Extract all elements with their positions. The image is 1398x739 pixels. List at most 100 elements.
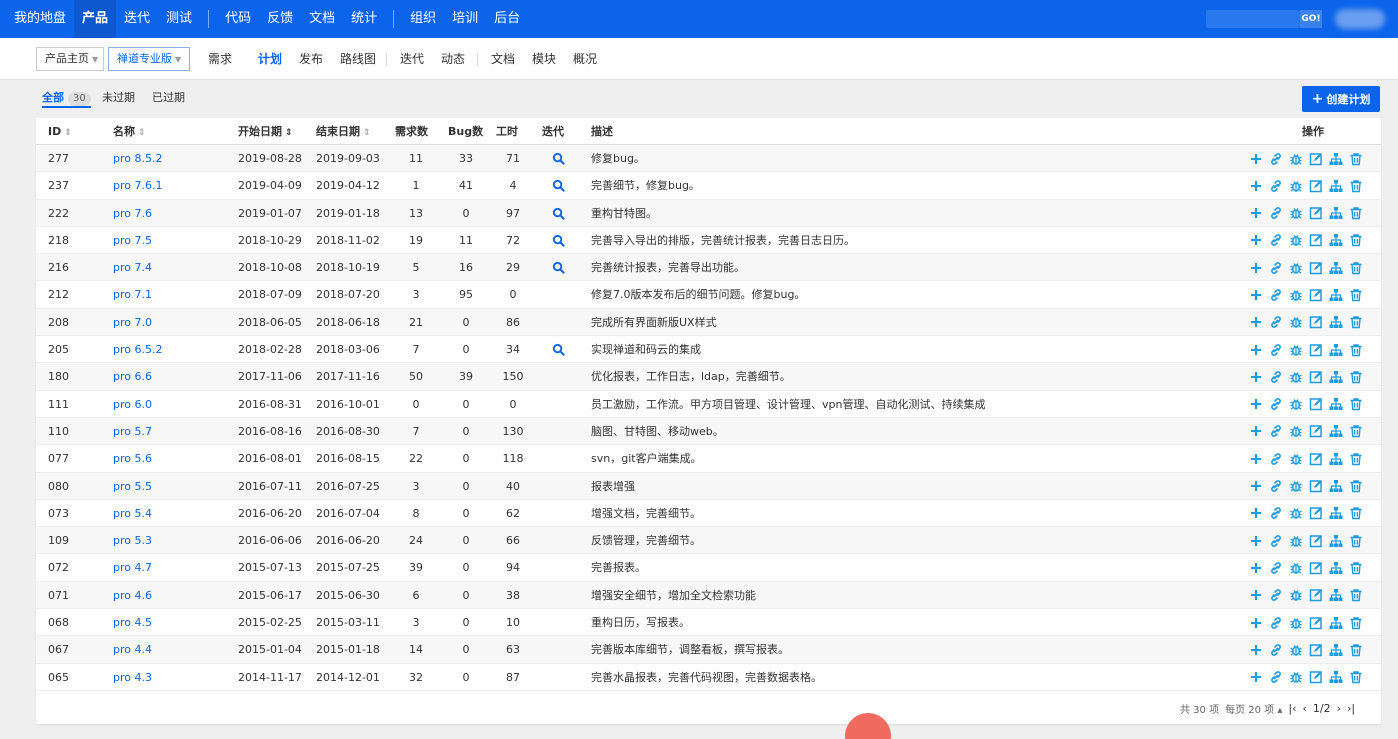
link-story-icon[interactable] (1268, 478, 1284, 494)
link-bug-icon[interactable] (1288, 478, 1304, 494)
tab-activity[interactable]: 动态 (441, 38, 465, 80)
nav-org[interactable]: 组织 (402, 0, 444, 38)
plan-name-link[interactable]: pro 4.5 (113, 609, 152, 636)
col-end-date[interactable]: 结束日期 ⇕ (316, 118, 371, 145)
create-child-plan-icon[interactable] (1248, 642, 1264, 658)
pager-per-page[interactable]: 每页 20 项 ▴ (1225, 701, 1282, 716)
nav-admin[interactable]: 后台 (486, 0, 528, 38)
search-icon[interactable] (552, 254, 568, 281)
create-child-plan-icon[interactable] (1248, 505, 1264, 521)
create-child-plan-icon[interactable] (1248, 342, 1264, 358)
plan-name-link[interactable]: pro 4.7 (113, 554, 152, 581)
edit-icon[interactable] (1308, 178, 1324, 194)
link-story-icon[interactable] (1268, 260, 1284, 276)
plan-name-link[interactable]: pro 7.6.1 (113, 172, 162, 199)
link-story-icon[interactable] (1268, 615, 1284, 631)
col-id[interactable]: ID ⇕ (48, 118, 72, 145)
edit-icon[interactable] (1308, 205, 1324, 221)
nav-iteration[interactable]: 迭代 (116, 0, 158, 38)
create-iteration-icon[interactable] (1328, 205, 1344, 221)
create-iteration-icon[interactable] (1328, 669, 1344, 685)
delete-icon[interactable] (1348, 232, 1364, 248)
create-iteration-icon[interactable] (1328, 615, 1344, 631)
filter-all[interactable]: 全部 30 (42, 88, 91, 108)
delete-icon[interactable] (1348, 369, 1364, 385)
create-child-plan-icon[interactable] (1248, 314, 1264, 330)
create-child-plan-icon[interactable] (1248, 615, 1264, 631)
link-story-icon[interactable] (1268, 533, 1284, 549)
delete-icon[interactable] (1348, 342, 1364, 358)
delete-icon[interactable] (1348, 669, 1364, 685)
delete-icon[interactable] (1348, 260, 1364, 276)
link-bug-icon[interactable] (1288, 232, 1304, 248)
link-bug-icon[interactable] (1288, 451, 1304, 467)
link-story-icon[interactable] (1268, 587, 1284, 603)
plan-name-link[interactable]: pro 7.5 (113, 227, 152, 254)
plan-name-link[interactable]: pro 5.7 (113, 418, 152, 445)
delete-icon[interactable] (1348, 314, 1364, 330)
create-iteration-icon[interactable] (1328, 423, 1344, 439)
link-bug-icon[interactable] (1288, 533, 1304, 549)
edit-icon[interactable] (1308, 287, 1324, 303)
search-icon[interactable] (552, 172, 568, 199)
link-bug-icon[interactable] (1288, 151, 1304, 167)
link-story-icon[interactable] (1268, 342, 1284, 358)
create-child-plan-icon[interactable] (1248, 423, 1264, 439)
edit-icon[interactable] (1308, 505, 1324, 521)
tab-iterations[interactable]: 迭代 (400, 38, 424, 80)
delete-icon[interactable] (1348, 615, 1364, 631)
create-iteration-icon[interactable] (1328, 533, 1344, 549)
create-child-plan-icon[interactable] (1248, 478, 1264, 494)
breadcrumb-product-home[interactable]: 产品主页 ▼ (36, 47, 104, 71)
col-name[interactable]: 名称 ⇕ (113, 118, 146, 145)
create-child-plan-icon[interactable] (1248, 396, 1264, 412)
create-child-plan-icon[interactable] (1248, 451, 1264, 467)
user-avatar[interactable] (1335, 9, 1385, 29)
plan-name-link[interactable]: pro 6.0 (113, 391, 152, 418)
link-story-icon[interactable] (1268, 232, 1284, 248)
nav-stats[interactable]: 统计 (343, 0, 385, 38)
last-page-button[interactable]: ›| (1347, 702, 1355, 715)
tab-roadmap[interactable]: 路线图 (340, 38, 376, 80)
nav-my-dashboard[interactable]: 我的地盘 (0, 0, 74, 38)
plan-name-link[interactable]: pro 4.3 (113, 664, 152, 691)
plan-name-link[interactable]: pro 8.5.2 (113, 145, 162, 172)
nav-docs[interactable]: 文档 (301, 0, 343, 38)
create-child-plan-icon[interactable] (1248, 205, 1264, 221)
tab-releases[interactable]: 发布 (299, 38, 323, 80)
edit-icon[interactable] (1308, 587, 1324, 603)
create-iteration-icon[interactable] (1328, 287, 1344, 303)
create-child-plan-icon[interactable] (1248, 178, 1264, 194)
delete-icon[interactable] (1348, 560, 1364, 576)
link-story-icon[interactable] (1268, 287, 1284, 303)
link-bug-icon[interactable] (1288, 587, 1304, 603)
plan-name-link[interactable]: pro 7.6 (113, 200, 152, 227)
create-iteration-icon[interactable] (1328, 642, 1344, 658)
edit-icon[interactable] (1308, 615, 1324, 631)
search-icon[interactable] (552, 145, 568, 172)
delete-icon[interactable] (1348, 287, 1364, 303)
edit-icon[interactable] (1308, 642, 1324, 658)
plan-name-link[interactable]: pro 5.4 (113, 500, 152, 527)
nav-training[interactable]: 培训 (444, 0, 486, 38)
delete-icon[interactable] (1348, 151, 1364, 167)
tab-stories[interactable]: 需求 (208, 38, 232, 80)
link-story-icon[interactable] (1268, 178, 1284, 194)
create-iteration-icon[interactable] (1328, 478, 1344, 494)
create-iteration-icon[interactable] (1328, 260, 1344, 276)
link-story-icon[interactable] (1268, 423, 1284, 439)
plan-name-link[interactable]: pro 4.4 (113, 636, 152, 663)
edit-icon[interactable] (1308, 314, 1324, 330)
create-iteration-icon[interactable] (1328, 505, 1344, 521)
create-plan-button[interactable]: + 创建计划 (1302, 86, 1380, 112)
link-bug-icon[interactable] (1288, 205, 1304, 221)
delete-icon[interactable] (1348, 642, 1364, 658)
delete-icon[interactable] (1348, 205, 1364, 221)
create-child-plan-icon[interactable] (1248, 369, 1264, 385)
global-search-input[interactable] (1206, 10, 1300, 28)
delete-icon[interactable] (1348, 451, 1364, 467)
delete-icon[interactable] (1348, 423, 1364, 439)
create-iteration-icon[interactable] (1328, 314, 1344, 330)
edit-icon[interactable] (1308, 151, 1324, 167)
edit-icon[interactable] (1308, 396, 1324, 412)
